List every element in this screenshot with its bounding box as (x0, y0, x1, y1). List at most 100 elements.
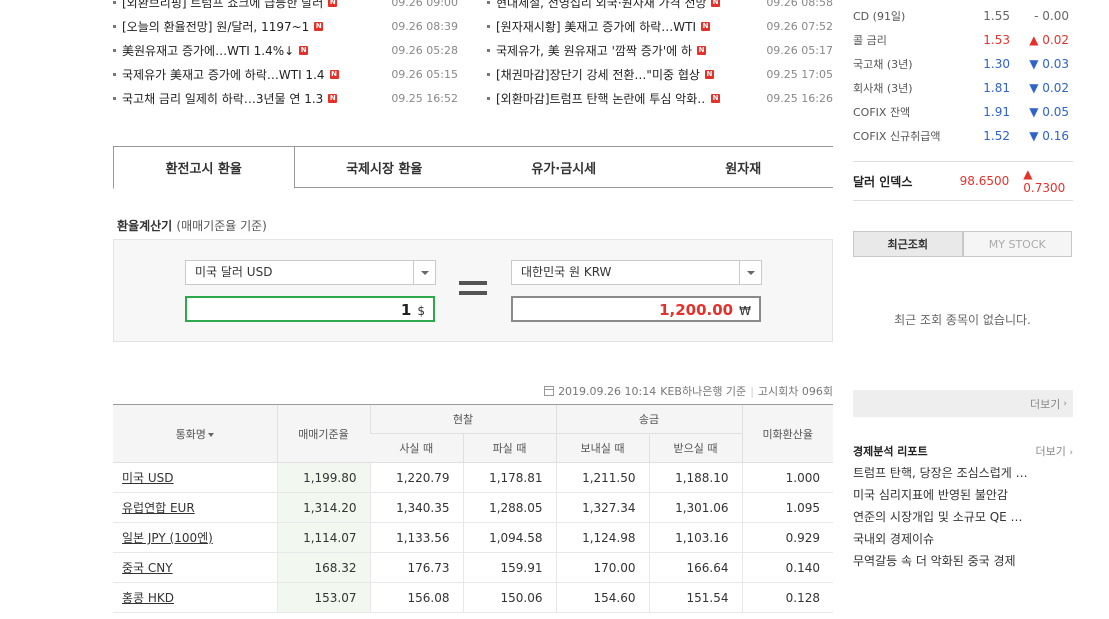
header-cash-sell: 파실 때 (462, 433, 556, 463)
recent-more-button[interactable]: 더보기 › (853, 390, 1073, 417)
news-time: 09.26 08:58 (766, 0, 833, 9)
exchange-rate-table: 통화명 매매기준율 현찰 송금 미화환산율 사실 때 파실 때 보내실 때 받으… (113, 404, 833, 613)
tab-recent[interactable]: 최근조회 (853, 231, 963, 257)
news-title[interactable]: 국고채 금리 일제히 하락…3년물 연 1.3 (122, 90, 323, 107)
wire-receive-cell: 151.54 (648, 582, 742, 613)
indicator-name: COFIX 신규취급액 (853, 130, 941, 143)
table-row: 홍콩 HKD 153.07 156.08 150.06 154.60 151.5… (113, 582, 833, 613)
chevron-down-icon[interactable] (739, 261, 761, 284)
cash-buy-cell: 156.08 (369, 582, 463, 613)
currency-cell: 중국 CNY (113, 552, 277, 583)
news-item[interactable]: [원자재시황] 美재고 증가에 하락…WTI N 09.26 07:52 (487, 14, 833, 38)
new-badge: N (329, 69, 339, 79)
market-row[interactable]: CD (91일) 1.55 - 0.00 (853, 4, 1073, 28)
indicator-change-value: 0.03 (1042, 57, 1069, 71)
bullet-icon (487, 72, 490, 76)
to-currency-value: 대한민국 원 KRW (521, 265, 612, 279)
tab-commodities[interactable]: 원자재 (654, 147, 834, 187)
cash-sell-cell: 159.91 (462, 552, 556, 583)
indicator-value: 1.91 (983, 105, 1010, 119)
currency-link[interactable]: 미국 USD (122, 471, 174, 485)
bullet-icon (487, 96, 490, 100)
from-amount-input[interactable]: 1 $ (185, 296, 435, 322)
new-badge: N (704, 69, 714, 79)
usd-ratio-cell: 0.128 (741, 582, 833, 613)
market-indicators: CD (91일) 1.55 - 0.00 콜 금리 1.53 ▲ 0.02 국고채 (3… (853, 4, 1073, 148)
news-item[interactable]: [외환브리핑] 트럼프 쇼크에 급등한 달러 N 09.26 09:00 (113, 0, 458, 14)
currency-link[interactable]: 일본 JPY (100엔) (122, 531, 213, 545)
currency-cell: 미국 USD (113, 462, 277, 493)
indicator-change: ▼ 0.02 (1029, 81, 1069, 95)
indicator-change-value: 0.00 (1042, 9, 1069, 23)
report-item[interactable]: 미국 심리지표에 반영된 불안감 (853, 484, 1073, 506)
report-item[interactable]: 트럼프 탄핵, 당장은 조심스럽게 … (853, 462, 1073, 484)
header-standard: 매매기준율 (276, 404, 370, 463)
header-wire-send: 보내실 때 (555, 433, 649, 463)
news-title[interactable]: [외환브리핑] 트럼프 쇼크에 급등한 달러 (122, 0, 323, 11)
report-more-link[interactable]: 더보기 › (1036, 443, 1073, 459)
indicator-change: ▲ 0.02 (1029, 33, 1069, 47)
report-more-label: 더보기 (1035, 445, 1066, 458)
news-item[interactable]: 현대제철, 전영섭리 외국·원자재 가격 전망 N 09.26 08:58 (487, 0, 833, 14)
report-item[interactable]: 연준의 시장개입 및 소규모 QE … (853, 506, 1073, 528)
news-title[interactable]: [원자재시황] 美재고 증가에 하락…WTI (496, 18, 696, 35)
bullet-icon (487, 24, 490, 28)
indicator-value: 1.81 (983, 81, 1010, 95)
indicator-change-value: 0.16 (1042, 129, 1069, 143)
market-row[interactable]: COFIX 신규취급액 1.52 ▼ 0.16 (853, 124, 1073, 148)
news-time: 09.26 05:28 (391, 43, 458, 57)
news-time: 09.26 07:52 (766, 19, 833, 33)
market-row[interactable]: 국고채 (3년) 1.30 ▼ 0.03 (853, 52, 1073, 76)
from-currency-select[interactable]: 미국 달러 USD (185, 260, 436, 285)
news-item[interactable]: 국고채 금리 일제히 하락…3년물 연 1.3 N 09.25 16:52 (113, 86, 458, 110)
bullet-icon (113, 48, 116, 52)
tab-international-market[interactable]: 국제시장 환율 (295, 147, 475, 187)
header-currency[interactable]: 통화명 (113, 404, 277, 463)
news-item[interactable]: [외환마감]트럼프 탄핵 논란에 투심 악화… N 09.25 16:26 (487, 86, 833, 110)
market-row[interactable]: COFIX 잔액 1.91 ▼ 0.05 (853, 100, 1073, 124)
report-item[interactable]: 무역갈등 속 더 악화된 중국 경제 (853, 550, 1073, 572)
news-title[interactable]: 美원유재고 증가에…WTI 1.4%↓ (122, 42, 294, 59)
chevron-down-icon[interactable] (413, 261, 435, 284)
flat-icon: - (1034, 9, 1039, 23)
tab-my-stock[interactable]: MY STOCK (962, 231, 1072, 257)
dollar-index-row[interactable]: 달러 인덱스 98.6500 ▲ 0.7300 (853, 161, 1073, 201)
currency-link[interactable]: 홍콩 HKD (122, 591, 174, 605)
currency-link[interactable]: 유럽연합 EUR (122, 501, 195, 515)
news-title[interactable]: [외환마감]트럼프 탄핵 논란에 투심 악화… (496, 90, 706, 107)
calculator-title-text: 환율계산기 (117, 219, 173, 233)
news-title[interactable]: 국제유가, 美 원유재고 '깜짝 증가'에 하 (496, 42, 692, 59)
currency-cell: 홍콩 HKD (113, 582, 277, 613)
divider: | (750, 384, 754, 398)
arrow-down-icon: ▼ (1029, 129, 1039, 143)
new-badge: N (314, 21, 324, 31)
rate-source: KEB하나은행 기준 (660, 385, 747, 398)
news-title[interactable]: 현대제철, 전영섭리 외국·원자재 가격 전망 (496, 0, 706, 11)
indicator-name: 국고채 (3년) (853, 58, 913, 71)
news-item[interactable]: 美원유재고 증가에…WTI 1.4%↓ N 09.26 05:28 (113, 38, 458, 62)
news-title[interactable]: [오늘의 환율전망] 원/달러, 1197~1 (122, 18, 309, 35)
news-item[interactable]: 국제유가 美재고 증가에 하락…WTI 1.4 N 09.26 05:15 (113, 62, 458, 86)
tab-exchange-notice[interactable]: 환전고시 환율 (113, 147, 295, 189)
currency-cell: 일본 JPY (100엔) (113, 522, 277, 553)
news-item[interactable]: [오늘의 환율전망] 원/달러, 1197~1 N 09.26 08:39 (113, 14, 458, 38)
news-title[interactable]: [채권마감]장단기 강세 전환…"미중 협상 (496, 66, 700, 83)
currency-link[interactable]: 중국 CNY (122, 561, 173, 575)
market-row[interactable]: 콜 금리 1.53 ▲ 0.02 (853, 28, 1073, 52)
news-item[interactable]: 국제유가, 美 원유재고 '깜짝 증가'에 하 N 09.26 05:17 (487, 38, 833, 62)
new-badge: N (328, 0, 338, 7)
bullet-icon (113, 96, 116, 100)
news-title[interactable]: 국제유가 美재고 증가에 하락…WTI 1.4 (122, 66, 325, 83)
market-row[interactable]: 회사채 (3년) 1.81 ▼ 0.02 (853, 76, 1073, 100)
new-badge: N (711, 93, 720, 103)
tab-oil-gold[interactable]: 유가·금시세 (474, 147, 654, 187)
sort-down-icon[interactable] (207, 432, 214, 437)
recent-tabs: 최근조회 MY STOCK (853, 231, 1072, 257)
to-currency-select[interactable]: 대한민국 원 KRW (511, 260, 762, 285)
dollar-unit: $ (417, 304, 425, 318)
report-item[interactable]: 국내외 경제이슈 (853, 528, 1073, 550)
news-item[interactable]: [채권마감]장단기 강세 전환…"미중 협상 N 09.25 17:05 (487, 62, 833, 86)
won-unit: ₩ (739, 304, 751, 318)
wire-send-cell: 1,327.34 (555, 492, 649, 523)
arrow-up-icon: ▲ (1029, 33, 1039, 47)
